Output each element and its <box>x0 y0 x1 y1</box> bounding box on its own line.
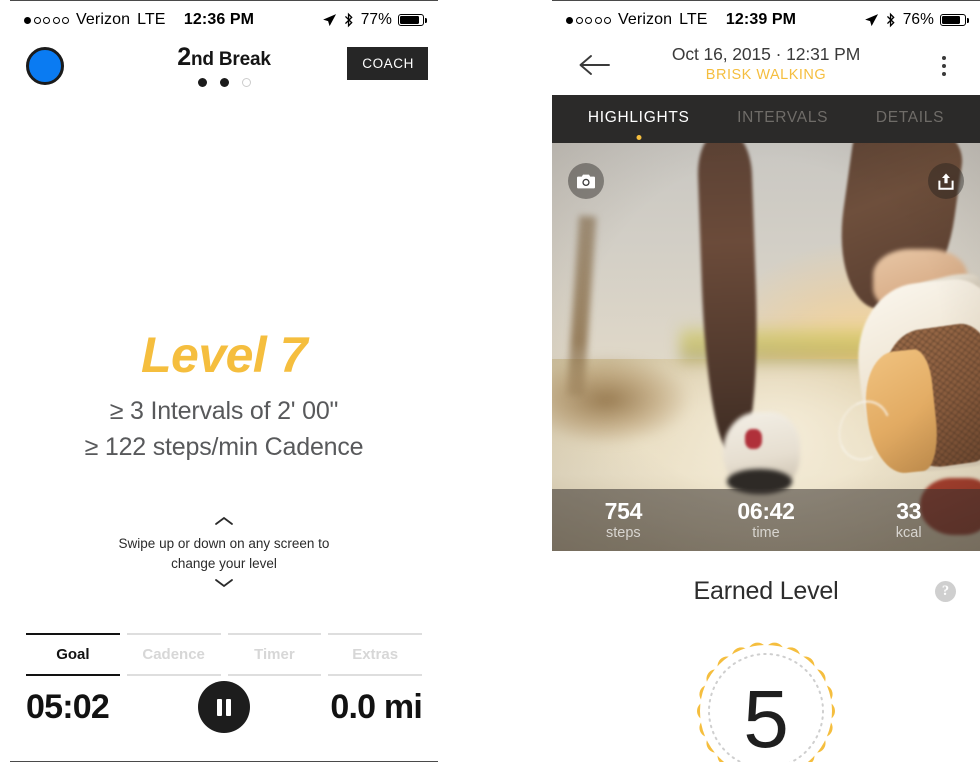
level-goal-lines: ≥ 3 Intervals of 2' 00" ≥ 122 steps/min … <box>10 394 438 465</box>
help-icon[interactable]: ? <box>935 581 956 602</box>
overflow-menu-icon[interactable] <box>932 51 956 81</box>
left-metric-tabs: Goal Cadence Timer Extras <box>26 633 422 676</box>
stat-steps-value: 754 <box>604 497 643 524</box>
activity-type-label: BRISK WALKING <box>705 67 827 83</box>
tab-details[interactable]: DETAILS <box>872 109 948 129</box>
bluetooth-icon <box>886 12 895 28</box>
tab-highlights[interactable]: HIGHLIGHTS <box>584 109 694 140</box>
pause-icon-bar-left <box>216 698 222 716</box>
status-bar-clock: 12:36 PM <box>183 11 255 28</box>
left-workout-stats-bar: 05:02 0.0 mi <box>26 681 423 733</box>
pause-button[interactable] <box>198 681 250 733</box>
distance-value: 0.0 mi <box>330 687 422 726</box>
chevron-up-icon[interactable] <box>214 515 234 527</box>
level-heading: Level 7 <box>140 327 308 383</box>
camera-icon[interactable] <box>568 163 604 199</box>
stat-steps-label: steps <box>606 525 641 542</box>
goal-intervals-line: ≥ 3 Intervals of 2' 00" <box>109 397 339 425</box>
location-arrow-icon <box>864 13 878 26</box>
photo-stats-overlay: 754 steps 06:42 time 33 kcal <box>552 489 980 551</box>
tab-goal[interactable]: Goal <box>26 633 120 676</box>
tab-highlights-label: HIGHLIGHTS <box>587 109 690 126</box>
right-status-bar: Verizon LTE 12:39 PM 76% <box>552 1 980 39</box>
goal-cadence-line: ≥ 122 steps/min Cadence <box>84 432 364 461</box>
battery-icon <box>398 13 428 27</box>
network-type-label: LTE <box>137 11 166 28</box>
session-datetime: Oct 16, 2015 · 12:31 PM <box>671 44 861 64</box>
stat-time-label: time <box>752 525 780 542</box>
left-main-content: Level 7 ≥ 3 Intervals of 2' 00" ≥ 122 st… <box>10 101 438 633</box>
tab-intervals[interactable]: INTERVALS <box>733 109 832 129</box>
battery-percent-label: 77% <box>360 11 393 28</box>
earned-level-badge: 5 <box>682 627 850 762</box>
location-arrow-icon <box>322 13 336 26</box>
earned-level-value: 5 <box>743 674 789 762</box>
page-dot-2[interactable] <box>219 78 229 87</box>
status-bar-clock: 12:39 PM <box>725 11 797 28</box>
pause-icon-bar-right <box>226 698 232 716</box>
page-dot-3[interactable] <box>241 78 251 87</box>
left-status-bar: Verizon LTE 12:36 PM 77% <box>10 1 438 39</box>
tab-timer[interactable]: Timer <box>227 633 322 676</box>
right-nav-header: Oct 16, 2015 · 12:31 PM BRISK WALKING <box>552 39 980 95</box>
dual-screenshot-canvas: Verizon LTE 12:36 PM 77% 2nd Break COACH… <box>0 0 980 762</box>
network-type-label: LTE <box>679 11 708 28</box>
stat-kcal-value: 33 <box>896 497 922 524</box>
stat-time-value: 06:42 <box>737 497 795 524</box>
earned-level-title: Earned Level <box>693 577 839 605</box>
tab-extras[interactable]: Extras <box>328 633 422 676</box>
page-dot-1[interactable] <box>197 78 207 87</box>
battery-icon <box>940 13 970 27</box>
carrier-label: Verizon <box>618 11 673 28</box>
coach-button[interactable]: COACH <box>347 47 428 80</box>
right-phone-screen: Verizon LTE 12:39 PM 76% Oct 16, 2015 · … <box>552 0 980 762</box>
bluetooth-icon <box>344 12 353 28</box>
right-section-tabs: HIGHLIGHTS INTERVALS DETAILS <box>552 95 980 143</box>
page-title-rest: nd Break <box>191 49 271 70</box>
swipe-hint-text: Swipe up or down on any screen to change… <box>10 534 438 573</box>
left-nav-header: 2nd Break COACH <box>10 39 438 101</box>
page-title-number: 2 <box>177 43 191 71</box>
stat-time: 06:42 time <box>695 497 838 542</box>
stat-kcal: 33 kcal <box>837 497 980 542</box>
chevron-down-icon[interactable] <box>214 577 234 589</box>
share-icon[interactable] <box>928 163 964 199</box>
stat-kcal-label: kcal <box>895 525 922 542</box>
stat-steps: 754 steps <box>552 497 695 542</box>
swipe-hint-line-1: Swipe up or down on any screen to <box>118 536 330 551</box>
battery-percent-label: 76% <box>902 11 935 28</box>
carrier-label: Verizon <box>76 11 131 28</box>
earned-level-section: Earned Level ? 5 <box>552 551 980 762</box>
active-tab-indicator-dot <box>636 135 642 140</box>
tab-cadence[interactable]: Cadence <box>126 633 221 676</box>
swipe-hint-block: Swipe up or down on any screen to change… <box>10 515 438 589</box>
signal-strength-icon <box>24 16 69 24</box>
left-phone-screen: Verizon LTE 12:36 PM 77% 2nd Break COACH… <box>10 0 438 762</box>
workout-hero-photo[interactable]: 754 steps 06:42 time 33 kcal <box>552 143 980 551</box>
elapsed-time-value: 05:02 <box>26 687 110 726</box>
signal-strength-icon <box>566 16 611 24</box>
swipe-hint-line-2: change your level <box>171 555 277 571</box>
